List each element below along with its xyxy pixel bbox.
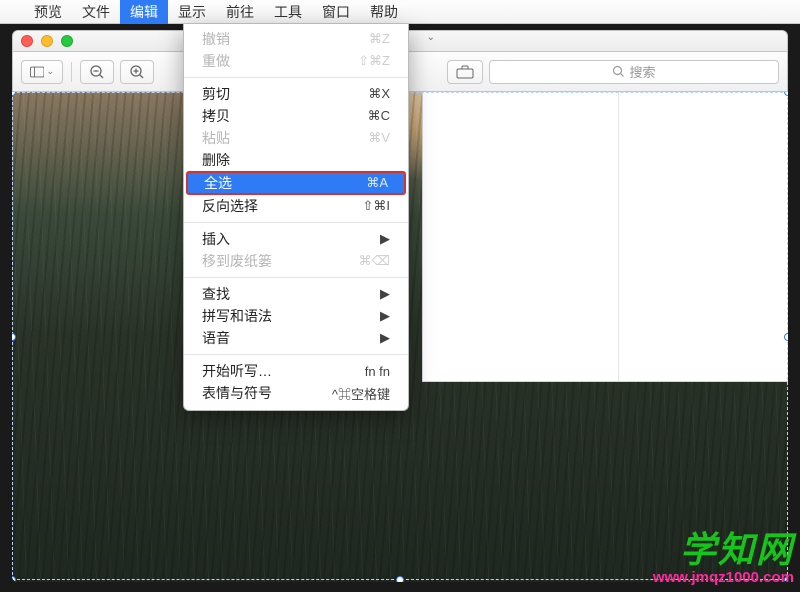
menu-item-redo[interactable]: 重做⇧⌘Z: [184, 50, 408, 72]
watermark-url: www.jmqz1000.com: [653, 569, 794, 586]
menu-separator: [184, 77, 408, 78]
edit-menu-dropdown: 撤销⌘Z 重做⇧⌘Z 剪切⌘X 拷贝⌘C 粘贴⌘V 删除 全选⌘A 反向选择⇧⌘…: [183, 24, 409, 411]
traffic-lights: [21, 35, 73, 47]
menu-item-select-all[interactable]: 全选⌘A: [186, 171, 406, 195]
menu-separator: [184, 277, 408, 278]
menu-go[interactable]: 前往: [216, 0, 264, 24]
menu-item-move-to-trash[interactable]: 移到废纸篓⌘⌫: [184, 250, 408, 272]
menu-help[interactable]: 帮助: [360, 0, 408, 24]
menu-item-spelling[interactable]: 拼写和语法▶: [184, 305, 408, 327]
search-field[interactable]: 搜索: [489, 60, 779, 84]
menu-tools[interactable]: 工具: [264, 0, 312, 24]
menu-item-insert[interactable]: 插入▶: [184, 228, 408, 250]
menu-file[interactable]: 文件: [72, 0, 120, 24]
menu-view[interactable]: 显示: [168, 0, 216, 24]
search-icon: [612, 65, 625, 78]
watermark-title: 学知网: [653, 521, 794, 573]
menu-item-delete[interactable]: 删除: [184, 149, 408, 171]
menu-item-speech[interactable]: 语音▶: [184, 327, 408, 349]
sidebar-toggle-button[interactable]: ⌄: [21, 60, 63, 84]
search-placeholder: 搜索: [629, 62, 655, 81]
maximize-button[interactable]: [61, 35, 73, 47]
menu-preview[interactable]: 预览: [24, 0, 72, 24]
zoom-in-icon: [129, 64, 145, 80]
close-button[interactable]: [21, 35, 33, 47]
menu-item-dictation[interactable]: 开始听写…fn fn: [184, 360, 408, 382]
toolbox-icon: [456, 65, 474, 79]
menu-item-copy[interactable]: 拷贝⌘C: [184, 105, 408, 127]
menu-item-emoji[interactable]: 表情与符号^⌘空格键: [184, 382, 408, 404]
zoom-in-button[interactable]: [120, 60, 154, 84]
menu-window[interactable]: 窗口: [312, 0, 360, 24]
menu-separator: [184, 222, 408, 223]
menu-item-paste[interactable]: 粘贴⌘V: [184, 127, 408, 149]
zoom-out-button[interactable]: [80, 60, 114, 84]
selection-handle-bm[interactable]: [396, 576, 404, 582]
system-menubar: 预览 文件 编辑 显示 前往 工具 窗口 帮助: [0, 0, 800, 24]
sidebar-icon: [30, 66, 44, 78]
minimize-button[interactable]: [41, 35, 53, 47]
menu-item-cut[interactable]: 剪切⌘X: [184, 83, 408, 105]
selection-handle-bl[interactable]: [12, 576, 16, 582]
menu-separator: [184, 354, 408, 355]
watermark: 学知网 www.jmqz1000.com: [653, 521, 794, 586]
selection-handle-mr[interactable]: [784, 333, 788, 341]
menu-item-undo[interactable]: 撤销⌘Z: [184, 28, 408, 50]
toolbar-divider: [71, 62, 72, 82]
menu-item-find[interactable]: 查找▶: [184, 283, 408, 305]
menu-edit[interactable]: 编辑: [120, 0, 168, 24]
markup-button[interactable]: [447, 60, 483, 84]
menu-item-invert-selection[interactable]: 反向选择⇧⌘I: [184, 195, 408, 217]
zoom-out-icon: [89, 64, 105, 80]
